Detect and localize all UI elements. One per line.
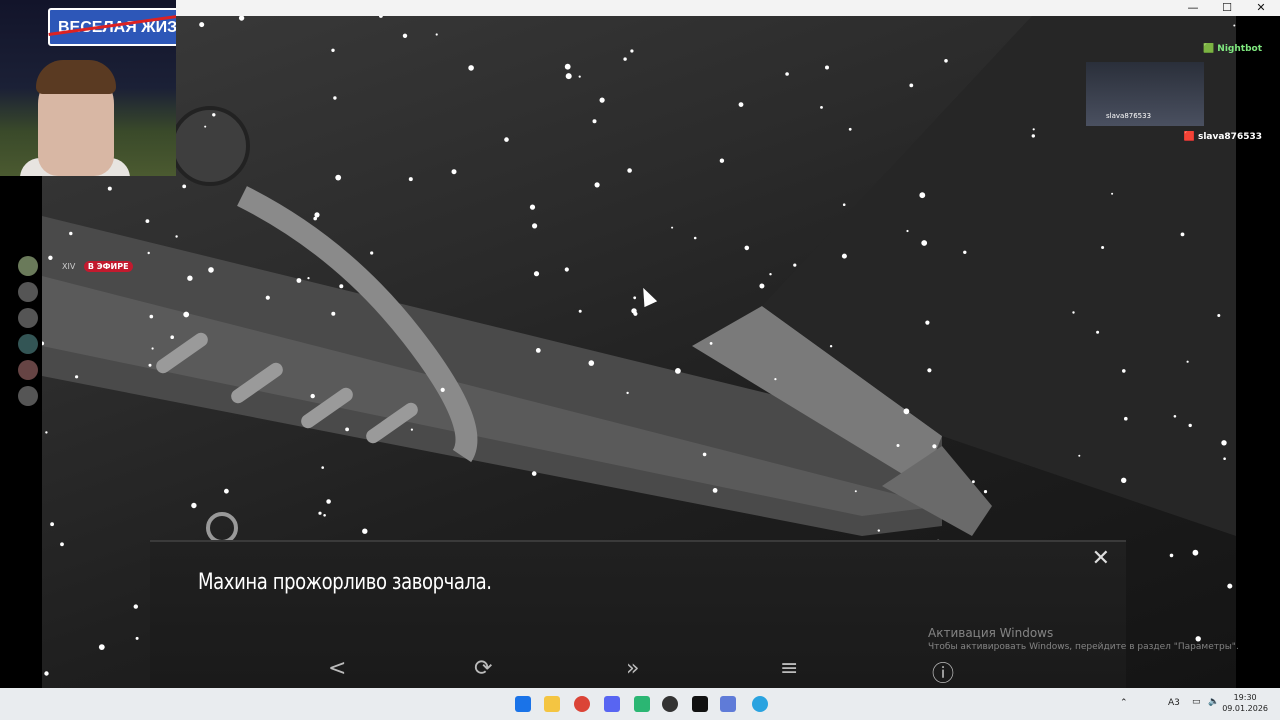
- tray-chevron-icon[interactable]: ⌃: [1120, 698, 1128, 708]
- chat-message: 🟥 slava876533: [1183, 132, 1262, 142]
- back-button[interactable]: <: [328, 656, 346, 681]
- telegram-icon[interactable]: [752, 696, 768, 712]
- obs-icon[interactable]: [662, 696, 678, 712]
- chat-username: Nightbot: [1217, 44, 1262, 54]
- explorer-icon[interactable]: [544, 696, 560, 712]
- window-titlebar: — ☐ ✕: [176, 0, 1280, 16]
- windows-icon[interactable]: [515, 696, 531, 712]
- dialog-box[interactable]: Махина прожорливо заворчала. ✕ < ⟳ » ≡ ⓘ: [150, 540, 1126, 688]
- clock[interactable]: 19:30 09.01.2026: [1222, 692, 1268, 714]
- bot-icon[interactable]: [720, 696, 736, 712]
- language-indicator[interactable]: A3: [1168, 698, 1180, 708]
- minimize-button[interactable]: —: [1176, 0, 1210, 16]
- viewer-count: XIV: [62, 262, 76, 271]
- skip-button[interactable]: »: [626, 656, 639, 681]
- chrome-icon[interactable]: [574, 696, 590, 712]
- close-window-button[interactable]: ✕: [1244, 0, 1278, 16]
- chat-message: 🟩 Nightbot: [1203, 44, 1262, 54]
- lever-knob: [170, 106, 250, 186]
- stream-sidebar: [18, 256, 40, 412]
- channel-avatar[interactable]: [18, 334, 38, 354]
- live-badge: В ЭФИРЕ: [83, 261, 133, 272]
- discord-icon[interactable]: [604, 696, 620, 712]
- watermark-title: Активация Windows: [928, 626, 1054, 640]
- streamer-hair: [36, 60, 116, 94]
- volume-icon[interactable]: 🔈: [1208, 697, 1219, 707]
- clock-date: 09.01.2026: [1222, 704, 1268, 713]
- dialog-text: Махина прожорливо заворчала.: [198, 570, 492, 595]
- channel-avatar[interactable]: [18, 282, 38, 302]
- menu-button[interactable]: ≡: [780, 656, 798, 681]
- dialog-close-button[interactable]: ✕: [1092, 546, 1110, 571]
- channel-avatar[interactable]: [18, 308, 38, 328]
- terminal-icon[interactable]: [692, 696, 708, 712]
- thumb-username: slava876533: [1106, 112, 1152, 120]
- channel-avatar[interactable]: [18, 360, 38, 380]
- taskbar: ⌃ A3 ▭ 🔈 19:30 09.01.2026: [0, 688, 1280, 720]
- info-button[interactable]: ⓘ: [932, 656, 954, 688]
- auto-button[interactable]: ⟳: [474, 656, 492, 681]
- network-icon[interactable]: ▭: [1192, 697, 1201, 707]
- webcam-overlay: ВЕСЕЛАЯ ЖИЗ: [0, 0, 176, 176]
- live-indicator: XIV В ЭФИРЕ: [62, 261, 133, 272]
- maximize-button[interactable]: ☐: [1210, 0, 1244, 16]
- windows-activation-watermark: Активация Windows Чтобы активировать Win…: [928, 626, 1239, 652]
- clock-time: 19:30: [1233, 693, 1257, 702]
- chat-image: slava876533: [1086, 62, 1204, 126]
- app-icon[interactable]: [634, 696, 650, 712]
- watermark-subtitle: Чтобы активировать Windows, перейдите в …: [928, 642, 1239, 652]
- chat-username: slava876533: [1197, 132, 1262, 142]
- screw: [206, 512, 238, 544]
- channel-avatar[interactable]: [18, 386, 38, 406]
- channel-avatar[interactable]: [18, 256, 38, 276]
